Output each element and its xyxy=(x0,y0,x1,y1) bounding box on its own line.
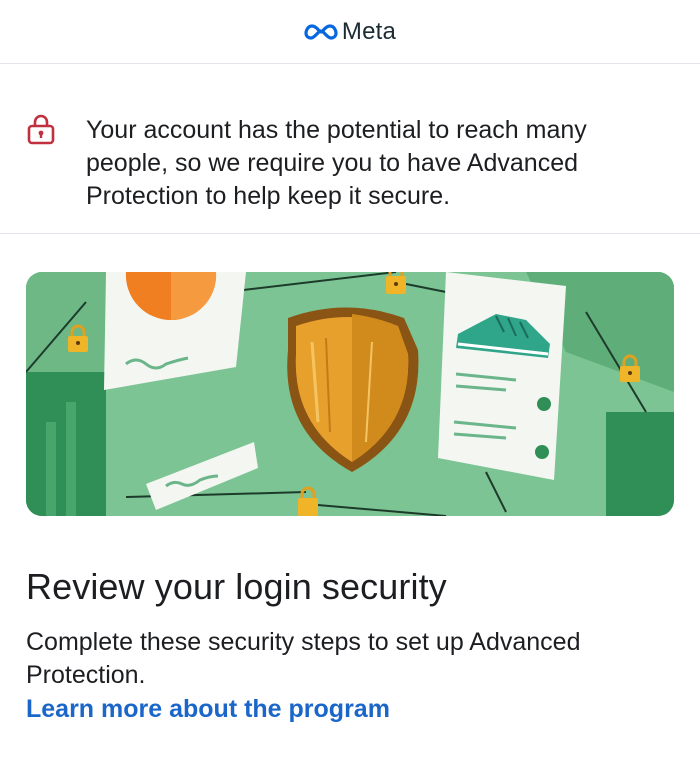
advanced-protection-notice: Your account has the potential to reach … xyxy=(0,64,700,234)
shield-illustration xyxy=(26,272,674,516)
meta-brand-label: Meta xyxy=(341,17,397,45)
learn-more-link[interactable]: Learn more about the program xyxy=(26,695,390,724)
lock-icon xyxy=(27,114,55,145)
security-illustration xyxy=(26,272,674,516)
meta-infinity-icon xyxy=(304,23,338,40)
page-description: Complete these security steps to set up … xyxy=(26,628,581,689)
meta-logo: Meta xyxy=(304,18,396,46)
page-title: Review your login security xyxy=(26,566,447,607)
top-header: Meta xyxy=(0,0,700,64)
notice-message: Your account has the potential to reach … xyxy=(86,116,587,210)
